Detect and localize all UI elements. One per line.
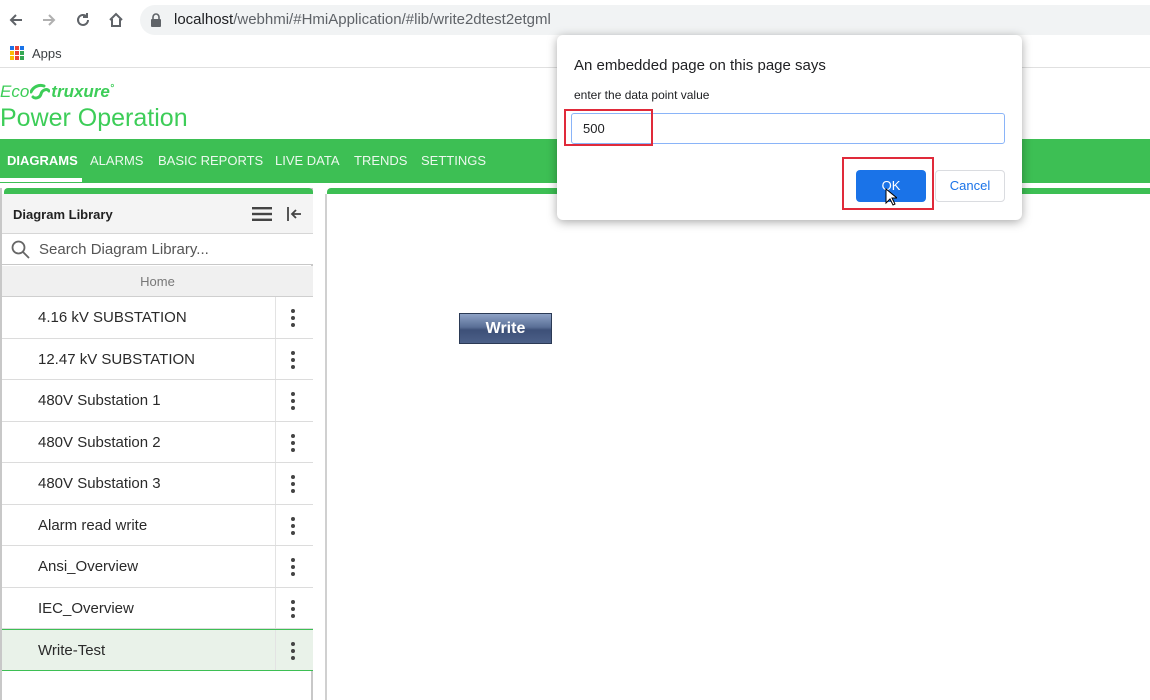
menu-basic-reports[interactable]: BASIC REPORTS bbox=[158, 153, 263, 168]
kebab-menu-icon[interactable] bbox=[288, 474, 298, 494]
hamburger-menu-icon[interactable] bbox=[252, 207, 272, 221]
kebab-menu-icon[interactable] bbox=[288, 433, 298, 453]
brand-eco-text: Eco bbox=[0, 82, 30, 101]
kebab-menu-icon[interactable] bbox=[288, 391, 298, 411]
cancel-button[interactable]: Cancel bbox=[935, 170, 1005, 202]
list-item[interactable]: 480V Substation 2 bbox=[2, 421, 313, 463]
item-label: 480V Substation 2 bbox=[38, 433, 161, 451]
kebab-menu-icon[interactable] bbox=[288, 557, 298, 577]
list-item[interactable]: Alarm read write bbox=[2, 504, 313, 546]
content-divider bbox=[325, 194, 327, 700]
kebab-menu-icon[interactable] bbox=[288, 308, 298, 328]
list-item[interactable]: 4.16 kV SUBSTATION bbox=[2, 297, 313, 339]
item-label: Ansi_Overview bbox=[38, 558, 139, 575]
item-label: 4.16 kV SUBSTATION bbox=[38, 309, 187, 326]
menu-live-data[interactable]: LIVE DATA bbox=[275, 153, 340, 168]
list-item[interactable]: 480V Substation 1 bbox=[2, 380, 313, 422]
app-title: Power Operation bbox=[0, 104, 188, 132]
url-text: localhost/webhmi/#HmiApplication/#lib/wr… bbox=[174, 11, 551, 28]
address-bar[interactable]: localhost/webhmi/#HmiApplication/#lib/wr… bbox=[140, 5, 1150, 35]
library-header: Diagram Library bbox=[2, 194, 313, 234]
collapse-panel-icon[interactable] bbox=[286, 206, 302, 222]
list-item[interactable]: Ansi_Overview bbox=[2, 546, 313, 588]
item-label: IEC_Overview bbox=[38, 599, 134, 617]
home-icon[interactable] bbox=[105, 9, 127, 31]
home-label: Home bbox=[140, 274, 175, 289]
forward-icon[interactable] bbox=[38, 9, 60, 31]
lock-icon bbox=[151, 13, 161, 27]
brand-struxure-text: truxure bbox=[51, 82, 110, 101]
kebab-menu-icon[interactable] bbox=[288, 641, 298, 661]
breadcrumb-home[interactable]: Home bbox=[2, 266, 313, 297]
reload-icon[interactable] bbox=[72, 9, 94, 31]
search-box bbox=[2, 234, 313, 265]
kebab-menu-icon[interactable] bbox=[288, 599, 298, 619]
search-input[interactable] bbox=[39, 238, 304, 260]
struxure-s-icon bbox=[30, 83, 51, 100]
item-label: Write-Test bbox=[38, 642, 106, 659]
diagram-list: 4.16 kV SUBSTATION 12.47 kV SUBSTATION 4… bbox=[2, 297, 313, 671]
browser-toolbar: localhost/webhmi/#HmiApplication/#lib/wr… bbox=[0, 0, 1150, 40]
kebab-menu-icon[interactable] bbox=[288, 516, 298, 536]
brand-logo: Eco truxure° bbox=[0, 82, 114, 102]
diagram-library-panel: Diagram Library Home 4.16 kV SUBSTATION … bbox=[0, 188, 313, 700]
item-label: 12.47 kV SUBSTATION bbox=[38, 350, 195, 368]
menu-alarms[interactable]: ALARMS bbox=[90, 153, 143, 168]
list-item-selected[interactable]: Write-Test bbox=[2, 629, 313, 671]
list-item[interactable]: IEC_Overview bbox=[2, 587, 313, 629]
input-highlight-box bbox=[564, 109, 653, 146]
brand-tm: ° bbox=[109, 83, 114, 94]
browser-window: localhost/webhmi/#HmiApplication/#lib/wr… bbox=[0, 0, 1150, 700]
menu-trends[interactable]: TRENDS bbox=[354, 153, 407, 168]
item-label: 480V Substation 1 bbox=[38, 392, 161, 409]
item-label: Alarm read write bbox=[38, 516, 148, 534]
active-tab-indicator bbox=[0, 178, 82, 182]
list-item[interactable]: 12.47 kV SUBSTATION bbox=[2, 338, 313, 380]
apps-icon[interactable] bbox=[10, 46, 24, 60]
menu-settings[interactable]: SETTINGS bbox=[421, 153, 486, 168]
write-button[interactable]: Write bbox=[459, 313, 552, 344]
mouse-pointer-icon bbox=[885, 188, 897, 206]
back-icon[interactable] bbox=[5, 9, 27, 31]
dialog-message: enter the data point value bbox=[574, 88, 710, 102]
dialog-title: An embedded page on this page says bbox=[574, 57, 826, 74]
list-item[interactable]: 480V Substation 3 bbox=[2, 463, 313, 505]
item-label: 480V Substation 3 bbox=[38, 475, 161, 492]
menu-diagrams[interactable]: DIAGRAMS bbox=[7, 153, 78, 168]
kebab-menu-icon[interactable] bbox=[288, 350, 298, 370]
library-title: Diagram Library bbox=[13, 207, 113, 222]
apps-link[interactable]: Apps bbox=[32, 46, 62, 61]
search-icon bbox=[11, 240, 30, 259]
